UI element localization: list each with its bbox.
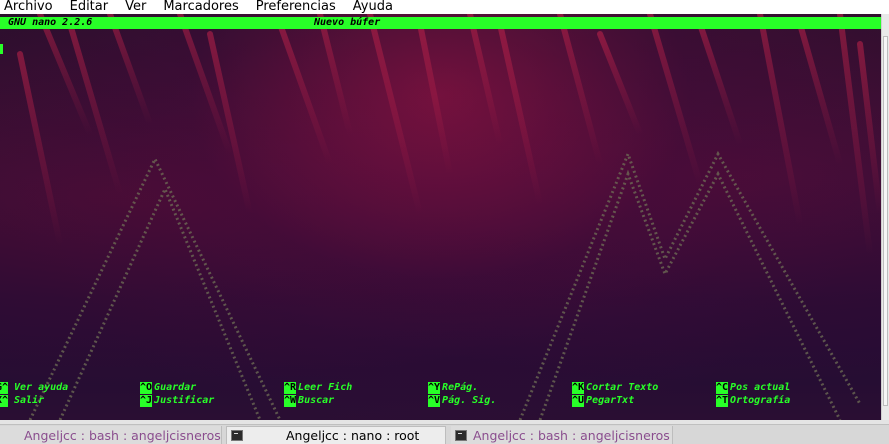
task-title: Angeljcc : bash : angeljcisneros (473, 427, 670, 443)
task-button-nano[interactable]: Angeljcc : nano : root (226, 426, 446, 444)
light-ray (837, 14, 873, 257)
shortcut-key: ^J (140, 394, 153, 407)
light-ray (797, 21, 843, 167)
shortcut-key: ^Y (428, 381, 441, 394)
menu-bar: Archivo Editar Ver Marcadores Preferenci… (0, 0, 889, 14)
task-button-bash-1[interactable]: Angeljcc : bash : angeljcisneros (0, 426, 222, 444)
terminal-icon (455, 429, 467, 441)
light-ray (367, 14, 423, 217)
taskbar: Angeljcc : bash : angeljcisneros Angeljc… (0, 424, 889, 444)
shortcut-label: Pág. Sig. (442, 394, 497, 406)
light-ray (497, 21, 543, 207)
shortcut-justify[interactable]: ^J Justificar (140, 394, 214, 407)
background-wallpaper (17, 14, 881, 420)
terminal-icon (231, 430, 243, 441)
shortcut-key: ^U (572, 394, 585, 407)
menu-editar[interactable]: Editar (66, 0, 109, 14)
menu-preferencias[interactable]: Preferencias (252, 0, 336, 14)
shortcut-label: RePág. (442, 381, 479, 393)
shortcut-label: Ver ayuda (14, 381, 69, 393)
shortcut-spell-check[interactable]: ^T Ortografía (716, 394, 790, 407)
shortcut-cut-text[interactable]: ^K Cortar Texto (572, 381, 658, 394)
shortcut-label: Buscar (298, 394, 335, 406)
shortcut-key: ^O (140, 381, 153, 394)
light-ray (757, 14, 803, 227)
shortcut-prev-page[interactable]: ^Y RePág. (428, 381, 478, 394)
shortcut-exit[interactable]: ^X Salir (0, 394, 44, 407)
menu-archivo[interactable]: Archivo (0, 0, 53, 14)
buffer-name: Nuevo búfer (314, 17, 381, 28)
light-ray (277, 21, 333, 167)
shortcut-key: ^V (428, 394, 441, 407)
shortcut-key: ^G (0, 381, 8, 394)
terminal-area[interactable]: GNU nano 2.2.6 Nuevo búfer ^G Ver ayuda … (0, 14, 881, 420)
shortcut-cur-pos[interactable]: ^C Pos actual (716, 381, 790, 394)
terminal-scrollbar[interactable] (881, 14, 889, 420)
shortcut-key: ^W (284, 394, 297, 407)
shortcut-key: ^C (716, 381, 729, 394)
light-ray (597, 31, 643, 137)
task-title: Angeljcc : bash : angeljcisneros (24, 427, 221, 443)
light-ray (467, 14, 503, 147)
light-ray (697, 21, 743, 147)
shortcut-next-page[interactable]: ^V Pág. Sig. (428, 394, 496, 407)
shortcut-label: Leer Fich (298, 381, 353, 393)
shortcut-save[interactable]: ^O Guardar (140, 381, 196, 394)
menu-marcadores[interactable]: Marcadores (159, 0, 238, 14)
light-ray (557, 14, 603, 167)
shortcut-key: ^R (284, 381, 297, 394)
menu-ayuda[interactable]: Ayuda (349, 0, 393, 14)
light-ray (207, 31, 253, 217)
light-ray (647, 14, 703, 187)
shortcut-label: Salir (14, 394, 45, 406)
shortcut-key: ^X (0, 394, 8, 407)
shortcut-label: PegarTxt (586, 394, 635, 406)
shortcut-label: Pos actual (730, 381, 791, 393)
light-ray (17, 51, 63, 247)
shortcut-label: Justificar (154, 394, 215, 406)
nano-title-bar: GNU nano 2.2.6 Nuevo búfer (0, 17, 881, 29)
menu-ver[interactable]: Ver (121, 0, 146, 14)
shortcut-read-file[interactable]: ^R Leer Fich (284, 381, 352, 394)
shortcut-bar: ^G Ver ayuda ^O Guardar ^R Leer Fich ^Y … (0, 381, 881, 409)
shortcut-label: Guardar (154, 381, 197, 393)
shortcut-label: Ortografía (730, 394, 791, 406)
shortcut-paste-text[interactable]: ^U PegarTxt (572, 394, 634, 407)
shortcut-key: ^K (572, 381, 585, 394)
shortcut-search[interactable]: ^W Buscar (284, 394, 334, 407)
nano-version: GNU nano 2.2.6 (8, 17, 93, 28)
light-ray (317, 14, 353, 137)
text-cursor (0, 44, 3, 54)
shortcut-help[interactable]: ^G Ver ayuda (0, 381, 68, 394)
shortcut-label: Cortar Texto (586, 381, 659, 393)
task-button-bash-2[interactable]: Angeljcc : bash : angeljcisneros (451, 426, 673, 444)
scrollbar-thumb[interactable] (883, 36, 888, 406)
task-title: Angeljcc : nano : root (286, 428, 420, 443)
light-ray (417, 21, 453, 177)
shortcut-key: ^T (716, 394, 729, 407)
light-ray (107, 14, 153, 127)
